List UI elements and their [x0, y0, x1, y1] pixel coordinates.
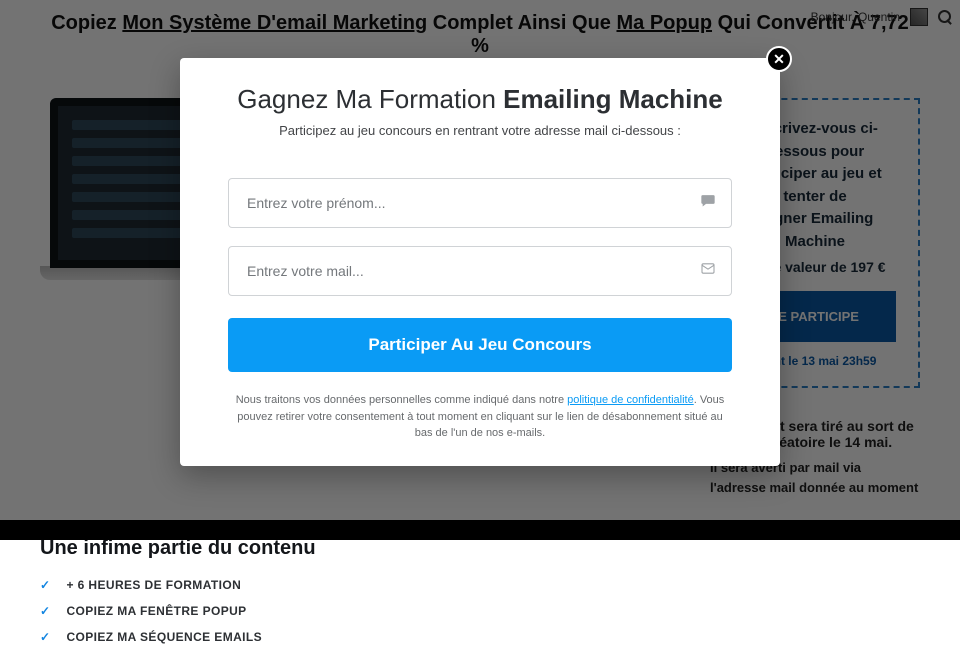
- modal-overlay[interactable]: ✕ Gagnez Ma Formation Emailing Machine P…: [0, 0, 960, 540]
- bullet-text: COPIEZ MA SÉQUENCE EMAILS: [66, 630, 262, 644]
- signup-modal: ✕ Gagnez Ma Formation Emailing Machine P…: [180, 58, 780, 466]
- bullet-text: + 6 HEURES DE FORMATION: [66, 578, 241, 592]
- modal-title: Gagnez Ma Formation Emailing Machine: [228, 84, 732, 115]
- subhead: Une infime partie du contenu: [40, 537, 920, 560]
- modal-subtitle: Participez au jeu concours en rentrant v…: [228, 123, 732, 138]
- modal-title-bold: Emailing Machine: [503, 84, 723, 114]
- email-input[interactable]: [228, 246, 732, 296]
- check-icon: ✓: [40, 630, 50, 644]
- bullet-text: COPIEZ MA FENÊTRE POPUP: [66, 604, 246, 618]
- check-icon: ✓: [40, 578, 50, 592]
- name-field-wrapper: [228, 178, 732, 228]
- submit-button[interactable]: Participer Au Jeu Concours: [228, 318, 732, 372]
- privacy-link[interactable]: politique de confidentialité: [567, 394, 694, 406]
- email-field-wrapper: [228, 246, 732, 296]
- close-button[interactable]: ✕: [766, 46, 792, 72]
- list-item: ✓ + 6 HEURES DE FORMATION: [40, 572, 920, 598]
- modal-title-light: Gagnez Ma Formation: [237, 84, 503, 114]
- name-input[interactable]: [228, 178, 732, 228]
- check-icon: ✓: [40, 604, 50, 618]
- envelope-icon: [700, 261, 716, 282]
- list-item: ✓ COPIEZ MA SÉQUENCE EMAILS: [40, 624, 920, 650]
- legal-text: Nous traitons vos données personnelles c…: [228, 392, 732, 442]
- list-item: ✓ COPIEZ MA FENÊTRE POPUP: [40, 598, 920, 624]
- bullet-list: ✓ + 6 HEURES DE FORMATION ✓ COPIEZ MA FENÊ…: [40, 572, 920, 650]
- legal-pre: Nous traitons vos données personnelles c…: [236, 394, 567, 406]
- chat-icon: [700, 193, 716, 214]
